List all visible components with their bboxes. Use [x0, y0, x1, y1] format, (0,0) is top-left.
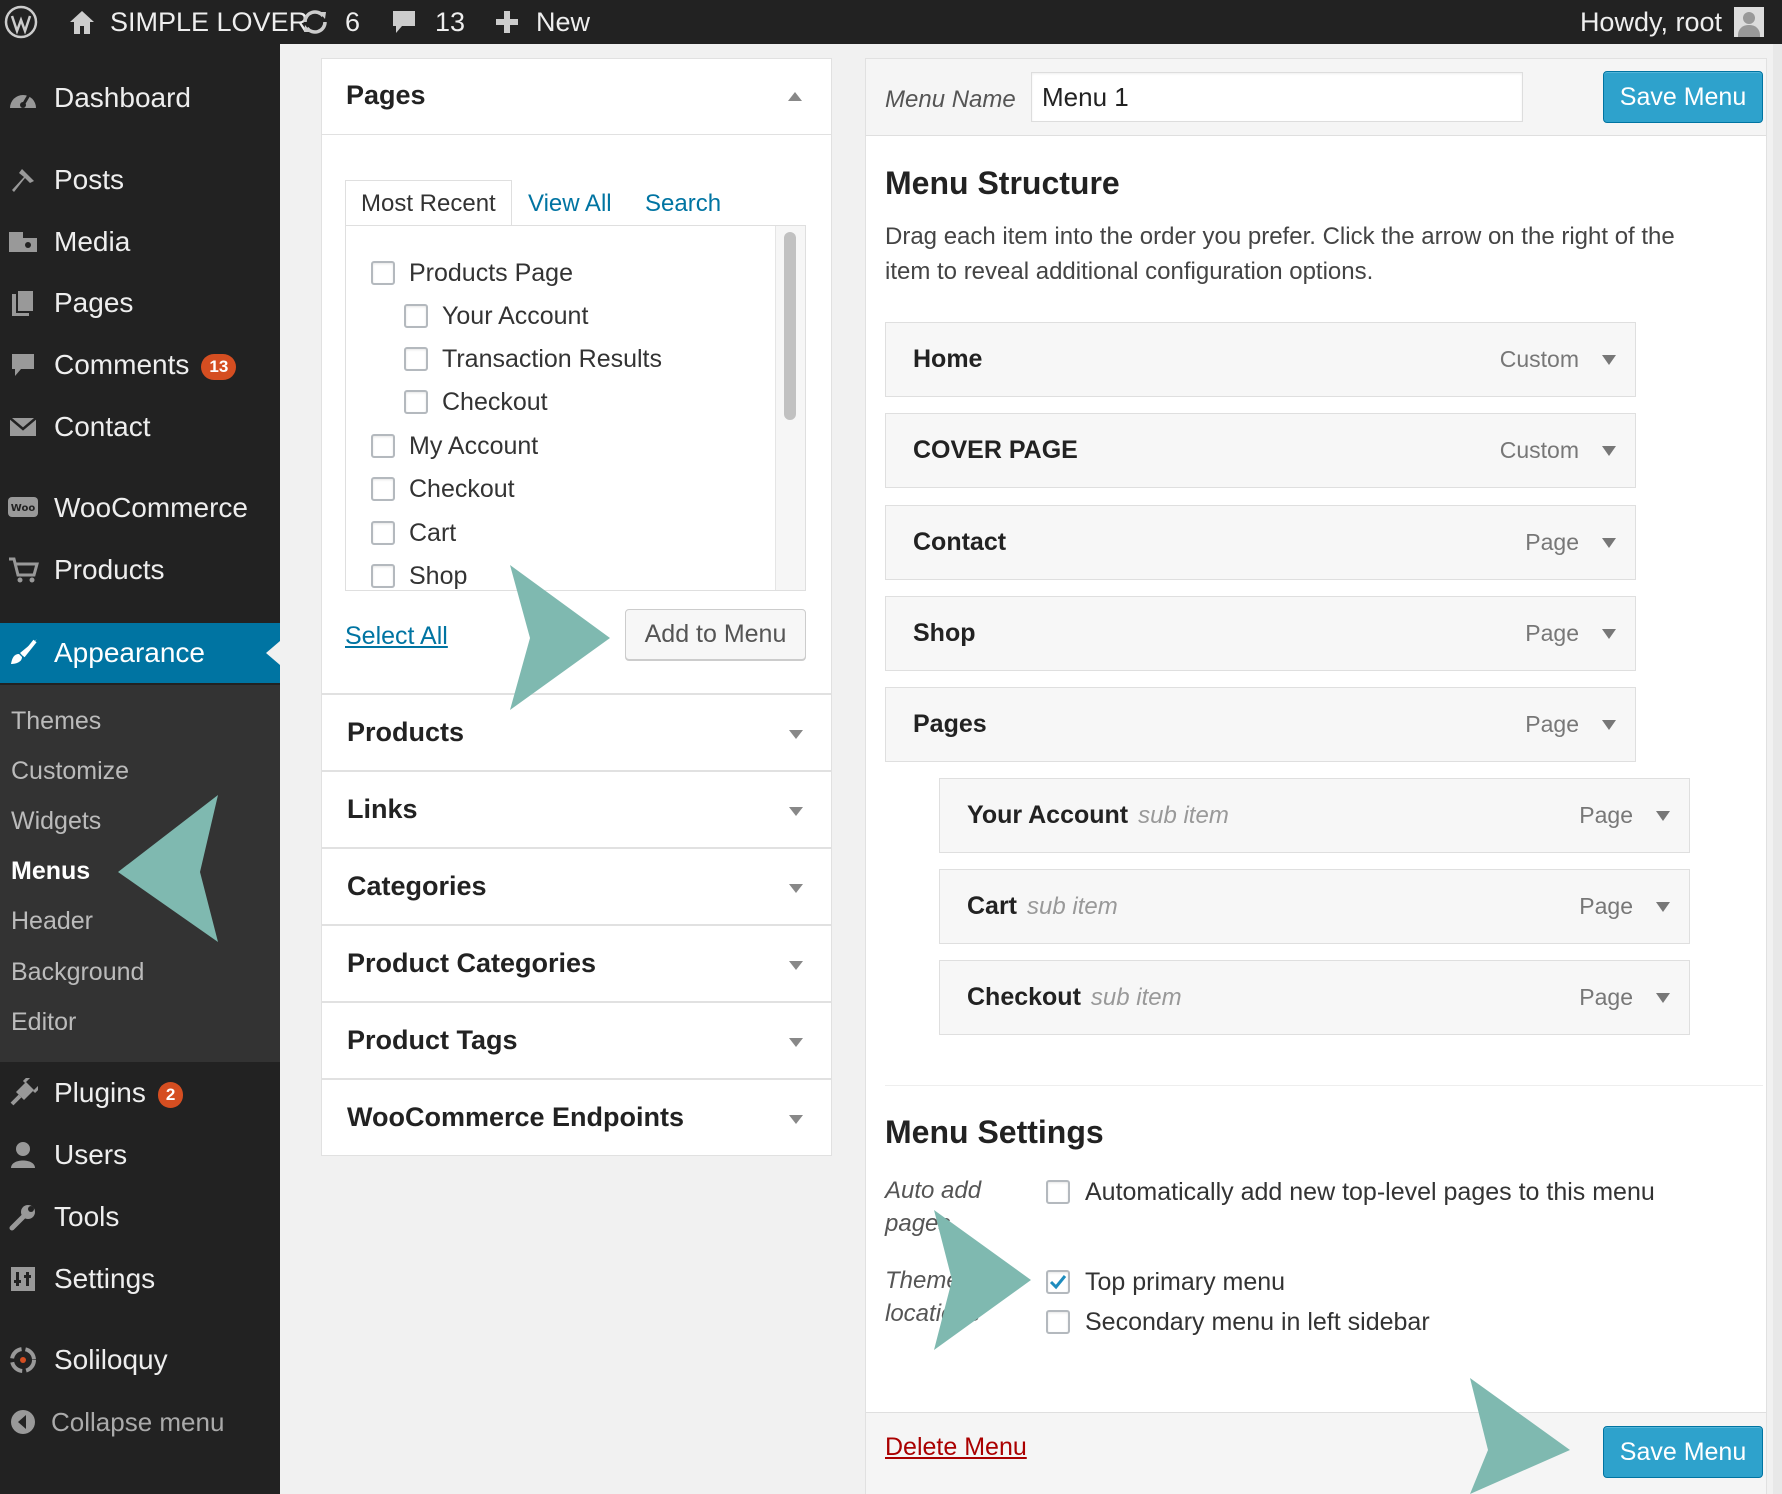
annotation-arrow-add-to-menu [510, 565, 610, 710]
annotation-arrow-theme-location [934, 1210, 1031, 1350]
annotation-arrow-save-menu [1470, 1378, 1570, 1494]
annotation-arrow-menus [118, 795, 218, 942]
annotation-overlay [0, 0, 1782, 1494]
